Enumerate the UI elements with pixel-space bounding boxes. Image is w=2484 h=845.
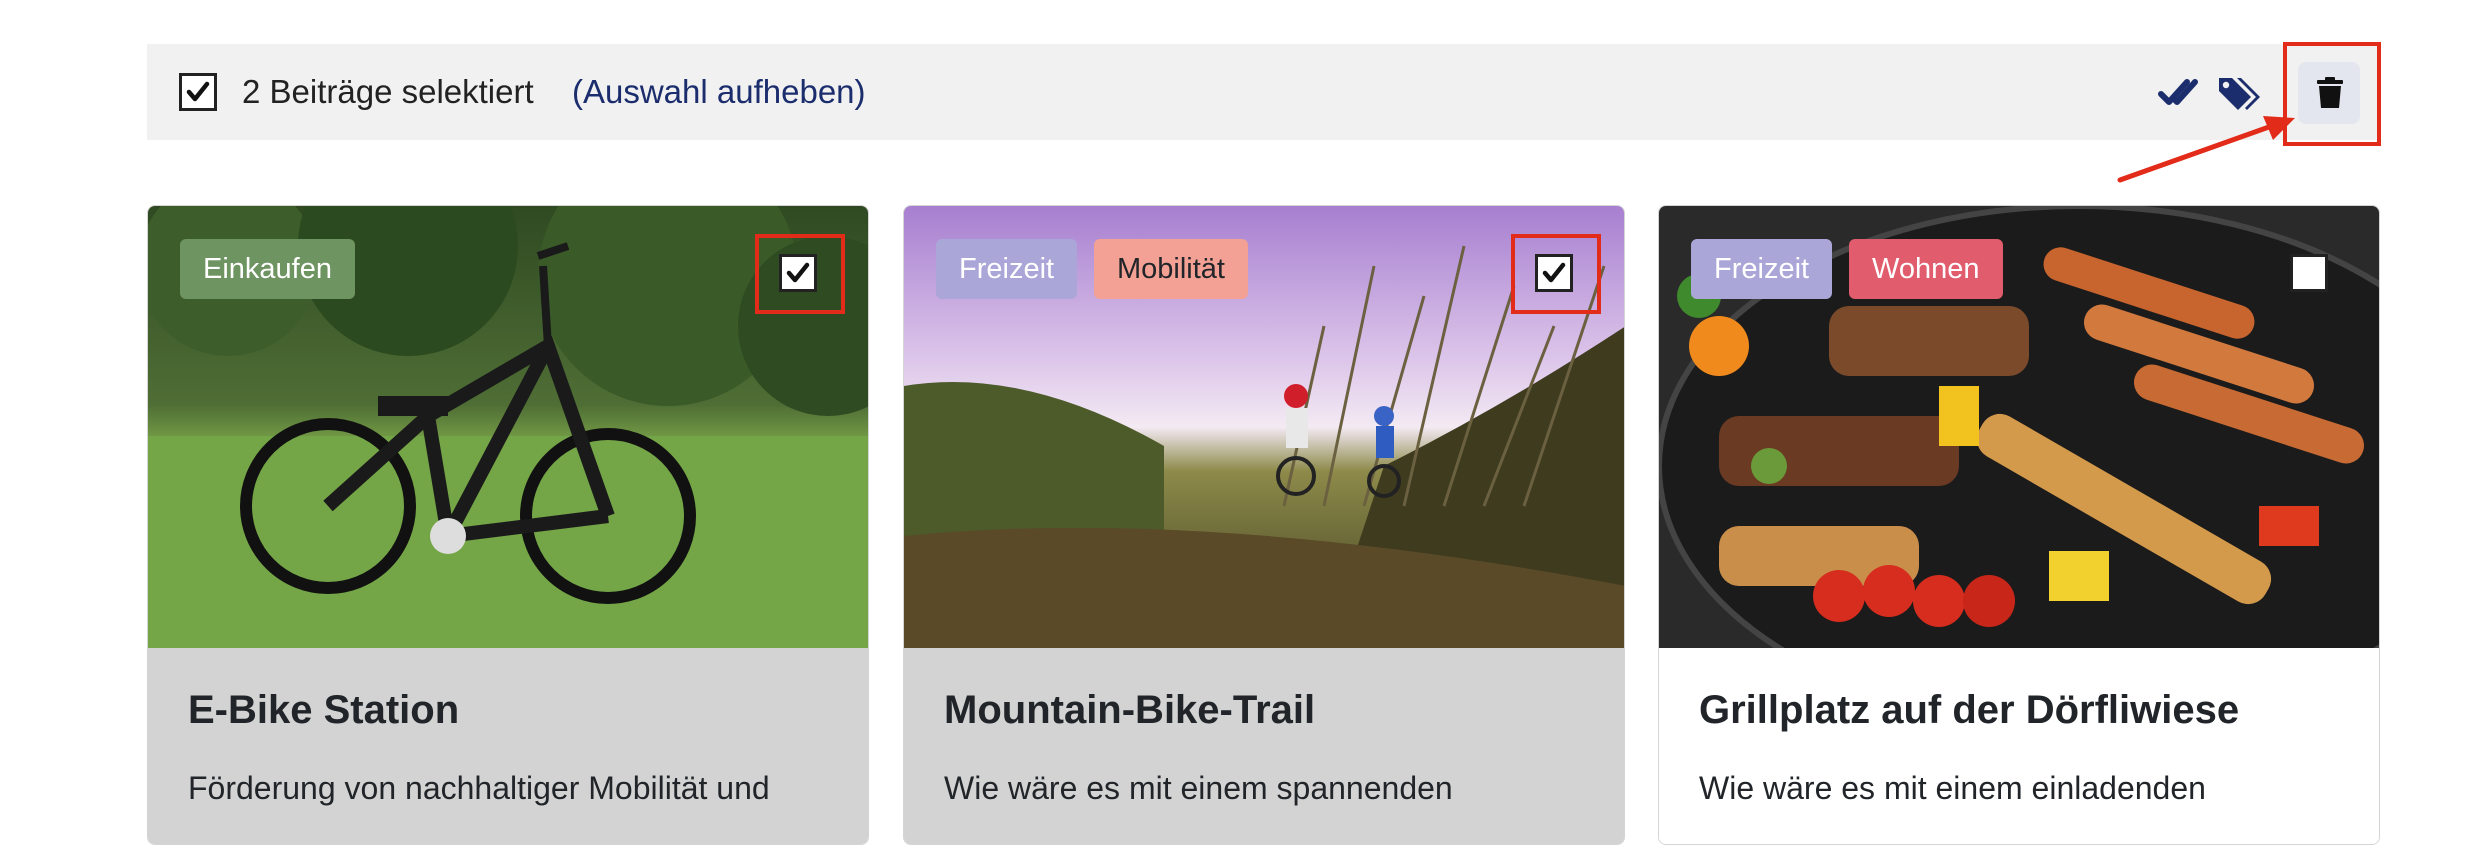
tag-freizeit: Freizeit [936,239,1078,299]
card-body: E-Bike Station Förderung von nachhaltige… [148,648,868,844]
select-all-checkbox[interactable] [179,73,217,111]
card-description: Wie wäre es mit einem einladenden [1699,770,2206,806]
tag-wohnen: Wohnen [1849,239,2003,299]
post-card[interactable]: Einkaufen E-Bike Station Förderung von n… [147,205,869,845]
tag-einkaufen: Einkaufen [180,239,355,299]
checkmark-icon [186,81,210,102]
card-title: Mountain-Bike-Trail [944,688,1316,732]
tag-freizeit: Freizeit [1691,239,1833,299]
post-card[interactable]: Freizeit Wohnen Grillplatz auf der Dörfl… [1658,205,2380,845]
selection-toolbar: 2 Beiträge selektiert (Auswahl aufheben) [147,44,2381,140]
card-description: Wie wäre es mit einem spannenden [944,770,1453,806]
card-description: Förderung von nachhaltiger Mobilität und [188,770,770,806]
card-body: Grillplatz auf der Dörfliwiese Wie wäre … [1659,648,2379,844]
clear-selection-link[interactable]: (Auswahl aufheben) [572,70,866,114]
checkbox-highlight-marker [1511,234,1601,314]
post-card[interactable]: Freizeit Mobilität Mountain-Bike-Trail W… [903,205,1625,845]
arrow-annotation-icon [2117,116,2295,183]
card-title: E-Bike Station [188,688,460,732]
selection-count: 2 Beiträge selektiert [242,73,534,110]
checkbox-highlight-marker [755,234,845,314]
card-title: Grillplatz auf der Dörfliwiese [1699,688,2240,732]
card-select-checkbox[interactable] [2290,254,2328,292]
card-body: Mountain-Bike-Trail Wie wäre es mit eine… [904,648,1624,844]
tag-mobilitaet: Mobilität [1094,239,1248,299]
